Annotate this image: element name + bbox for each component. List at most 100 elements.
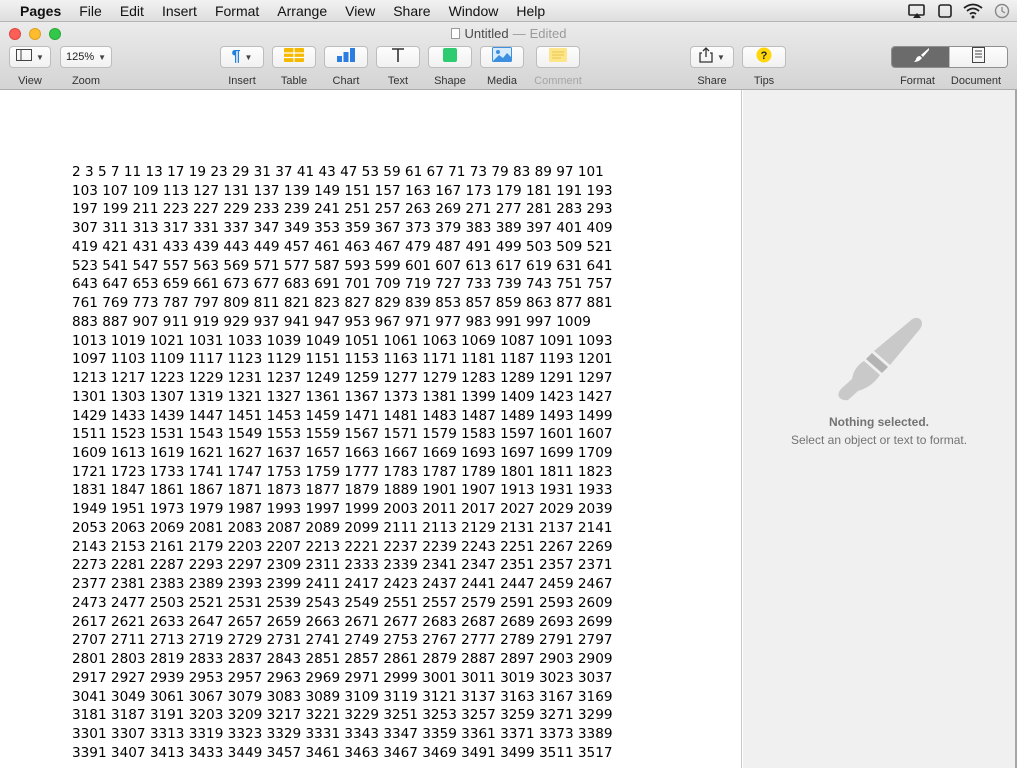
- chevron-down-icon: ▼: [244, 52, 253, 62]
- document-line[interactable]: 2917 2927 2939 2953 2957 2963 2969 2971 …: [72, 669, 613, 688]
- document-line[interactable]: 1097 1103 1109 1117 1123 1129 1151 1153 …: [72, 350, 613, 369]
- document-line[interactable]: 2143 2153 2161 2179 2203 2207 2213 2221 …: [72, 538, 613, 557]
- document-line[interactable]: 1301 1303 1307 1319 1321 1327 1361 1367 …: [72, 388, 613, 407]
- document-line[interactable]: 2707 2711 2713 2719 2729 2731 2741 2749 …: [72, 631, 613, 650]
- insert-tool: ¶ ▼ Insert: [220, 46, 264, 87]
- table-button[interactable]: [272, 46, 316, 68]
- document-line[interactable]: 1213 1217 1223 1229 1231 1237 1249 1259 …: [72, 369, 613, 388]
- zoom-popup[interactable]: 125% ▼: [60, 46, 112, 68]
- text-tool: Text: [376, 46, 420, 87]
- menu-bar: Pages File Edit Insert Format Arrange Vi…: [0, 0, 1017, 22]
- chart-tool: Chart: [324, 46, 368, 87]
- window-title[interactable]: Untitled — Edited: [0, 26, 1017, 41]
- document-line[interactable]: 3301 3307 3313 3319 3323 3329 3331 3343 …: [72, 725, 613, 744]
- document-line[interactable]: 523 541 547 557 563 569 571 577 587 593 …: [72, 257, 613, 276]
- document-line[interactable]: 1609 1613 1619 1621 1627 1637 1657 1663 …: [72, 444, 613, 463]
- comment-tool: Comment: [532, 46, 584, 87]
- format-button[interactable]: [892, 47, 949, 67]
- text-icon: [390, 47, 406, 68]
- nothing-selected-hint: Select an object or text to format.: [790, 433, 968, 447]
- chart-button[interactable]: [324, 46, 368, 68]
- bar-chart-icon: [336, 47, 356, 67]
- document-line[interactable]: 3391 3407 3413 3433 3449 3457 3461 3463 …: [72, 744, 613, 763]
- chevron-down-icon: ▼: [98, 52, 107, 62]
- document-line[interactable]: 1013 1019 1021 1031 1033 1039 1049 1051 …: [72, 332, 613, 351]
- airplay-icon[interactable]: [907, 3, 927, 19]
- chevron-down-icon: ▼: [36, 52, 44, 62]
- edited-status: Edited: [529, 26, 567, 41]
- comment-button[interactable]: [536, 46, 580, 68]
- document-line[interactable]: 197 199 211 223 227 229 233 239 241 251 …: [72, 200, 613, 219]
- share-icon: [699, 46, 713, 68]
- document-canvas[interactable]: 2 3 5 7 11 13 17 19 23 29 31 37 41 43 47…: [0, 90, 742, 768]
- window-toolbar: Untitled — Edited ▼ View 125% ▼ Zoom ¶ ▼…: [0, 22, 1017, 90]
- menu-share[interactable]: Share: [384, 0, 439, 22]
- document-line[interactable]: 643 647 653 659 661 673 677 683 691 701 …: [72, 275, 613, 294]
- document-line[interactable]: 3041 3049 3061 3067 3079 3083 3089 3109 …: [72, 688, 613, 707]
- document-line[interactable]: 2 3 5 7 11 13 17 19 23 29 31 37 41 43 47…: [72, 163, 613, 182]
- document-line[interactable]: 307 311 313 317 331 337 347 349 353 359 …: [72, 219, 613, 238]
- document-proxy-icon[interactable]: [450, 28, 460, 39]
- view-label: View: [18, 75, 42, 87]
- text-button[interactable]: [376, 46, 420, 68]
- view-tool: ▼ View: [9, 46, 51, 87]
- document-line[interactable]: 2617 2621 2633 2647 2657 2659 2663 2671 …: [72, 613, 613, 632]
- table-tool: Table: [272, 46, 316, 87]
- document-line[interactable]: 1511 1523 1531 1543 1549 1553 1559 1567 …: [72, 425, 613, 444]
- comment-icon: [549, 47, 567, 67]
- menu-window[interactable]: Window: [440, 0, 508, 22]
- view-button[interactable]: ▼: [9, 46, 51, 68]
- paintbrush-icon: [912, 47, 930, 67]
- document-line[interactable]: 2273 2281 2287 2293 2297 2309 2311 2333 …: [72, 556, 613, 575]
- question-icon: ?: [756, 47, 772, 68]
- paintbrush-icon: [834, 317, 924, 406]
- document-line[interactable]: 1429 1433 1439 1447 1451 1453 1459 1471 …: [72, 407, 613, 426]
- wifi-icon[interactable]: [963, 3, 983, 19]
- document-name: Untitled: [464, 26, 509, 41]
- document-line[interactable]: 3181 3187 3191 3203 3209 3217 3221 3229 …: [72, 706, 613, 725]
- document-line[interactable]: 883 887 907 911 919 929 937 941 947 953 …: [72, 313, 613, 332]
- insert-label: Insert: [228, 75, 256, 87]
- comment-label: Comment: [534, 75, 582, 87]
- time-machine-icon[interactable]: [993, 3, 1011, 19]
- share-button[interactable]: ▼: [690, 46, 734, 68]
- document-body[interactable]: 2 3 5 7 11 13 17 19 23 29 31 37 41 43 47…: [72, 163, 613, 763]
- table-icon: [284, 47, 304, 67]
- document-line[interactable]: 2053 2063 2069 2081 2083 2087 2089 2099 …: [72, 519, 613, 538]
- screen-icon[interactable]: [937, 3, 953, 19]
- insert-button[interactable]: ¶ ▼: [220, 46, 264, 68]
- menu-format[interactable]: Format: [206, 0, 268, 22]
- svg-text:?: ?: [761, 50, 768, 62]
- share-label: Share: [697, 75, 727, 87]
- document-line[interactable]: 103 107 109 113 127 131 137 139 149 151 …: [72, 182, 613, 201]
- tips-button[interactable]: ?: [742, 46, 786, 68]
- shape-button[interactable]: [428, 46, 472, 68]
- image-icon: [492, 47, 512, 67]
- menu-view[interactable]: View: [336, 0, 384, 22]
- document-line[interactable]: 1721 1723 1733 1741 1747 1753 1759 1777 …: [72, 463, 613, 482]
- title-separator: —: [512, 26, 526, 41]
- menu-help[interactable]: Help: [507, 0, 554, 22]
- document-line[interactable]: 2473 2477 2503 2521 2531 2539 2543 2549 …: [72, 594, 613, 613]
- shape-label: Shape: [434, 75, 466, 87]
- document-line[interactable]: 761 769 773 787 797 809 811 821 823 827 …: [72, 294, 613, 313]
- app-menu[interactable]: Pages: [0, 0, 70, 22]
- menu-file[interactable]: File: [70, 0, 111, 22]
- media-label: Media: [487, 75, 517, 87]
- menu-insert[interactable]: Insert: [153, 0, 206, 22]
- media-tool: Media: [480, 46, 524, 87]
- document-line[interactable]: 419 421 431 433 439 443 449 457 461 463 …: [72, 238, 613, 257]
- document-line[interactable]: 1831 1847 1861 1867 1871 1873 1877 1879 …: [72, 481, 613, 500]
- document-line[interactable]: 2801 2803 2819 2833 2837 2843 2851 2857 …: [72, 650, 613, 669]
- table-label: Table: [280, 75, 308, 87]
- zoom-tool: 125% ▼ Zoom: [60, 46, 112, 87]
- pilcrow-icon: ¶: [231, 48, 241, 65]
- media-button[interactable]: [480, 46, 524, 68]
- chart-label: Chart: [332, 75, 360, 87]
- document-line[interactable]: 1949 1951 1973 1979 1987 1993 1997 1999 …: [72, 500, 613, 519]
- menu-edit[interactable]: Edit: [111, 0, 153, 22]
- share-tool: ▼ Share: [690, 46, 734, 87]
- document-line[interactable]: 2377 2381 2383 2389 2393 2399 2411 2417 …: [72, 575, 613, 594]
- document-button[interactable]: [949, 47, 1007, 67]
- menu-arrange[interactable]: Arrange: [268, 0, 336, 22]
